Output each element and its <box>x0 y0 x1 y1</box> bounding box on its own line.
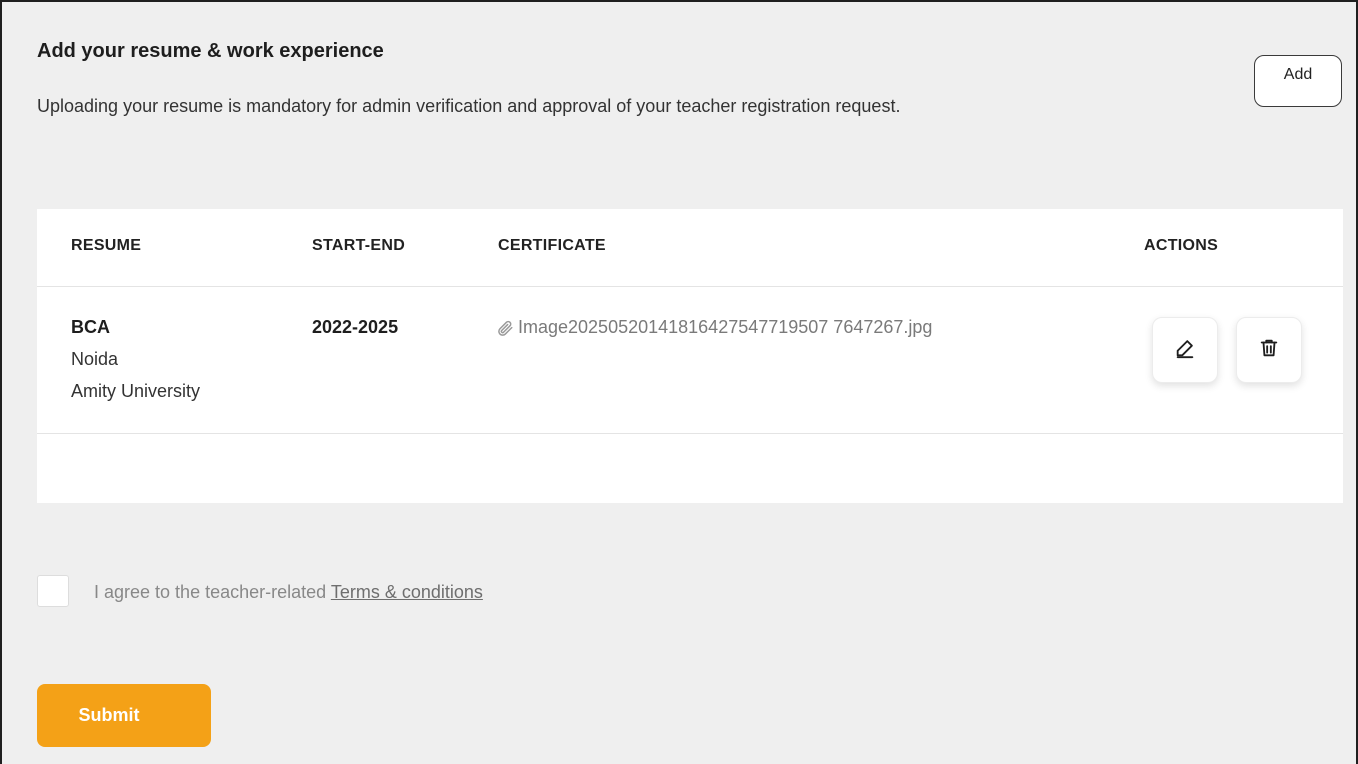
add-button[interactable]: Add <box>1254 55 1342 107</box>
resume-start-end: 2022-2025 <box>312 317 399 337</box>
column-header-actions: ACTIONS <box>1144 237 1219 254</box>
paperclip-icon <box>496 319 514 337</box>
resume-table: RESUME START-END CERTIFICATE ACTIONS BCA… <box>37 209 1343 503</box>
section-title: Add your resume & work experience <box>37 40 384 62</box>
resume-location: Noida <box>71 349 119 369</box>
resume-degree: BCA <box>71 317 110 337</box>
table-row: BCA Noida Amity University 2022-2025 Ima… <box>37 287 1343 434</box>
section-description: Uploading your resume is mandatory for a… <box>37 96 901 116</box>
resume-institution: Amity University <box>71 381 201 401</box>
certificate-link[interactable]: Image20250520141816427547719507 7647267.… <box>496 317 932 338</box>
terms-checkbox[interactable] <box>37 575 69 607</box>
terms-link[interactable]: Terms & conditions <box>331 582 483 602</box>
terms-label-text: I agree to the teacher-related <box>94 582 331 602</box>
certificate-filename: Image20250520141816427547719507 7647267.… <box>518 317 933 337</box>
column-header-start-end: START-END <box>312 237 406 254</box>
trash-icon <box>1258 337 1280 364</box>
pencil-icon <box>1174 337 1196 364</box>
delete-button[interactable] <box>1236 317 1302 383</box>
submit-button[interactable]: Submit <box>37 684 211 747</box>
column-header-resume: RESUME <box>71 237 142 254</box>
table-header: RESUME START-END CERTIFICATE ACTIONS <box>37 209 1343 287</box>
terms-label: I agree to the teacher-related Terms & c… <box>94 582 483 603</box>
edit-button[interactable] <box>1152 317 1218 383</box>
column-header-certificate: CERTIFICATE <box>498 237 606 254</box>
resume-section: Add your resume & work experience Upload… <box>0 0 1358 764</box>
